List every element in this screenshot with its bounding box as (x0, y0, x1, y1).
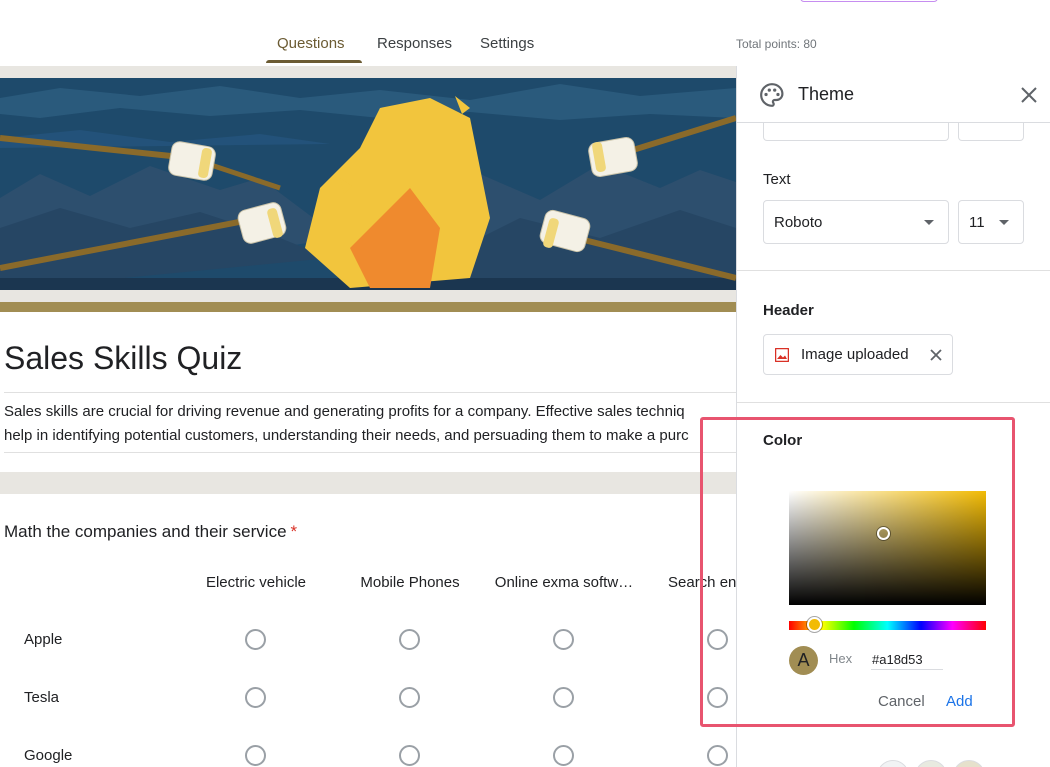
theme-panel: Theme Text Roboto 11 Header Image upload… (736, 66, 1050, 767)
grid-radio[interactable] (707, 745, 728, 766)
grid-radio[interactable] (399, 745, 420, 766)
divider (4, 452, 736, 453)
chip-label: Image uploaded (801, 346, 909, 363)
grid-radio[interactable] (245, 687, 266, 708)
text-font-value: Roboto (774, 214, 823, 231)
grid-column-header: Mobile Phones (360, 574, 460, 591)
grid-radio[interactable] (707, 629, 728, 650)
grid-radio[interactable] (553, 745, 574, 766)
cancel-button[interactable]: Cancel (878, 693, 925, 710)
divider (4, 392, 736, 393)
header-image-chip[interactable]: Image uploaded (763, 334, 953, 375)
grid-radio[interactable] (553, 629, 574, 650)
theme-color-swatch[interactable] (915, 760, 947, 767)
tab-questions[interactable]: Questions (277, 35, 345, 52)
grid-row-label: Google (24, 747, 73, 764)
grid-radio[interactable] (399, 687, 420, 708)
grid-radio[interactable] (245, 629, 266, 650)
image-icon (775, 348, 789, 362)
divider (737, 402, 1050, 403)
color-picker-handle[interactable] (877, 527, 890, 540)
color-preview-swatch: A (789, 646, 818, 675)
form-title[interactable]: Sales Skills Quiz (4, 340, 242, 377)
form-editor: Sales Skills Quiz Sales skills are cruci… (0, 66, 736, 767)
grid-row-label: Apple (24, 631, 63, 648)
tab-responses[interactable]: Responses (377, 35, 452, 52)
chevron-down-icon (924, 220, 934, 225)
form-title-card: Sales Skills Quiz Sales skills are cruci… (0, 302, 736, 472)
panel-title: Theme (798, 84, 855, 104)
close-icon[interactable] (1017, 83, 1041, 107)
remove-icon[interactable] (928, 347, 944, 363)
top-action-button[interactable] (800, 0, 938, 2)
palette-icon (760, 83, 784, 107)
grid-row-label: Tesla (24, 689, 60, 706)
text-font-select[interactable]: Roboto (763, 200, 949, 244)
grid-radio[interactable] (553, 687, 574, 708)
hex-label: Hex (829, 651, 853, 666)
form-description-line: Sales skills are crucial for driving rev… (4, 403, 685, 420)
grid-column-header: Online exma softw… (494, 574, 634, 591)
theme-panel-header: Theme (737, 66, 1050, 123)
text-size-value: 11 (969, 214, 985, 231)
question-card[interactable]: Math the companies and their service * El… (0, 494, 736, 767)
color-section-label: Color (763, 432, 803, 449)
top-bar: Questions Responses Settings Total point… (0, 0, 1050, 66)
grid-radio[interactable] (399, 629, 420, 650)
add-button[interactable]: Add (946, 693, 973, 710)
question-title-text: Math the companies and their service (4, 522, 287, 541)
saturation-value-picker[interactable] (789, 491, 986, 605)
chevron-down-icon (999, 220, 1009, 225)
text-section-label: Text (763, 171, 791, 188)
theme-color-swatch[interactable] (953, 760, 985, 767)
active-tab-indicator (266, 60, 362, 63)
hue-slider-handle[interactable] (807, 617, 822, 632)
header-section-label: Header (763, 302, 814, 319)
form-description[interactable]: Sales skills are crucial for driving rev… (4, 400, 736, 448)
header-image[interactable] (0, 78, 736, 290)
form-description-line: help in identifying potential customers,… (4, 427, 689, 444)
required-mark: * (290, 522, 298, 541)
grid-radio[interactable] (707, 687, 728, 708)
grid-column-header: Electric vehicle (205, 574, 307, 591)
divider (737, 270, 1050, 271)
text-size-select[interactable]: 11 (958, 200, 1024, 244)
question-title[interactable]: Math the companies and their service * (4, 522, 297, 542)
total-points: Total points: 80 (736, 37, 817, 51)
theme-color-swatch[interactable] (877, 760, 909, 767)
grid-column-header: Search en (668, 574, 736, 591)
grid-radio[interactable] (245, 745, 266, 766)
tab-settings[interactable]: Settings (480, 35, 534, 52)
hex-input[interactable] (871, 649, 943, 670)
